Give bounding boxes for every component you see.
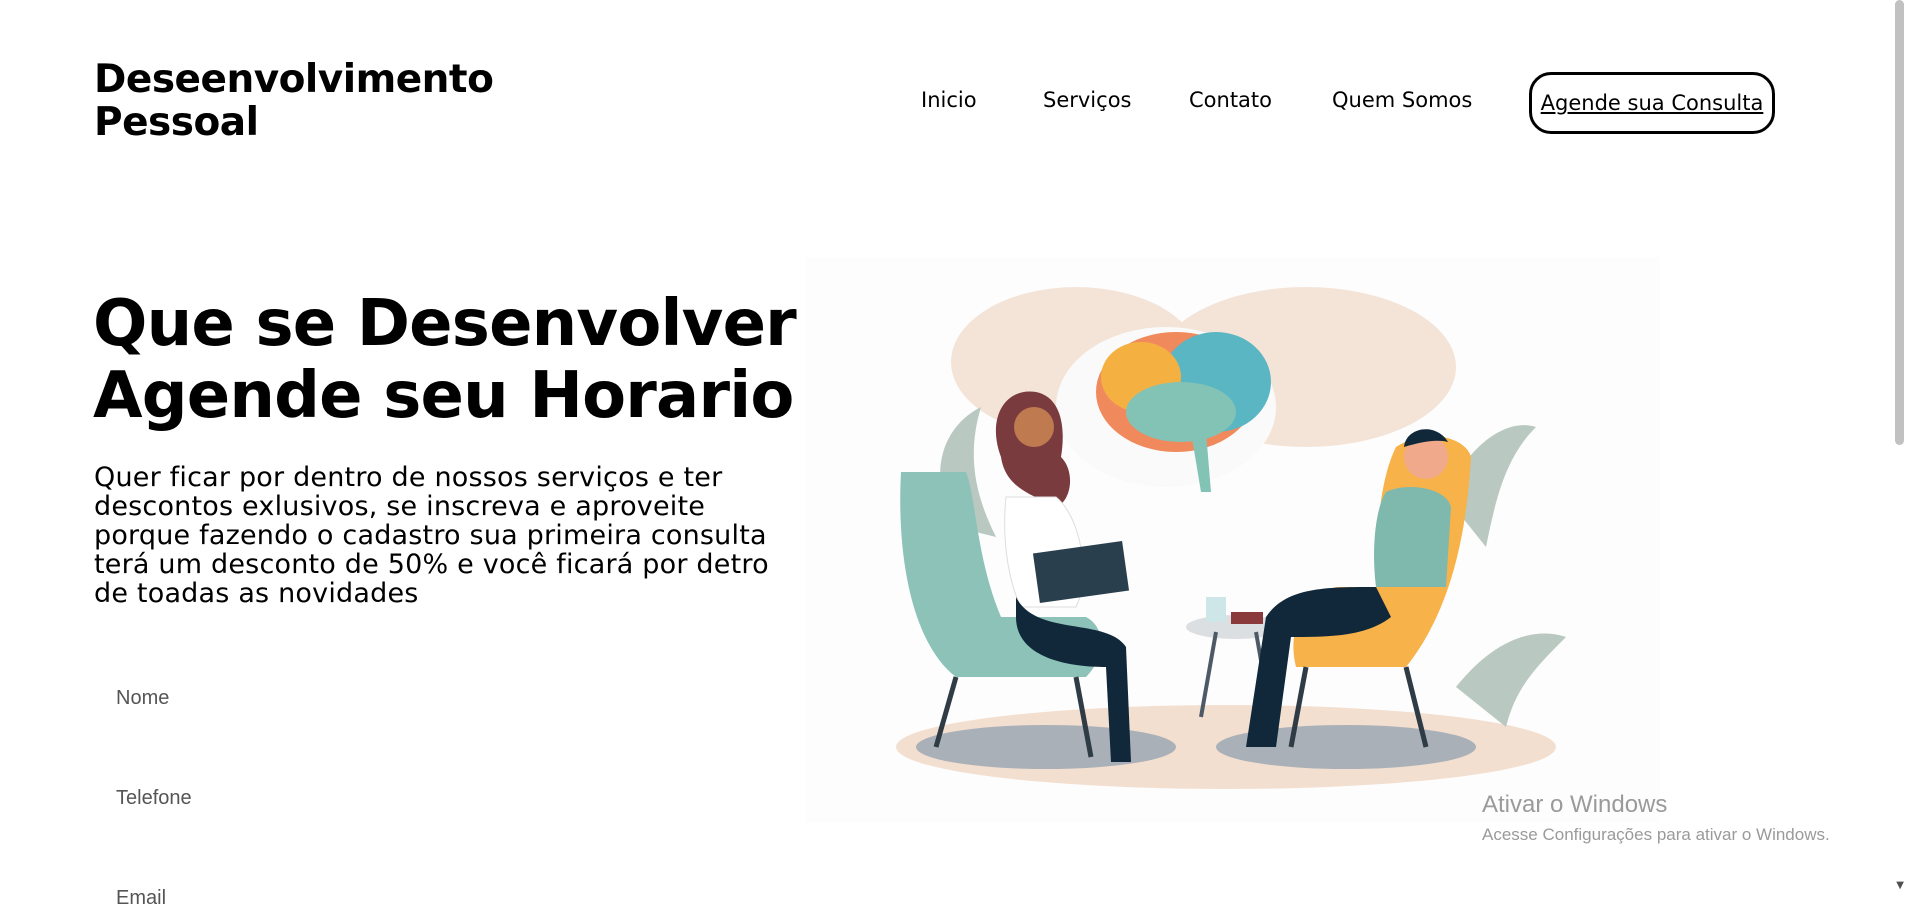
therapy-session-illustration — [806, 257, 1660, 823]
brand-line-2: Pessoal — [94, 100, 259, 145]
brand-line-1: Deseenvolvimento — [94, 57, 494, 102]
hero-description-line: terá um desconto de 50% e você ficará po… — [94, 549, 769, 580]
schedule-consultation-label: Agende sua Consulta — [1540, 91, 1764, 115]
nav-servicos[interactable]: Serviços — [1043, 88, 1131, 112]
watermark-title: Ativar o Windows — [1482, 791, 1668, 818]
hero-description-line: de toadas as novidades — [94, 578, 419, 609]
phone-input[interactable] — [106, 778, 686, 818]
hero-description: Quer ficar por dentro de nossos serviços… — [94, 463, 794, 608]
windows-activation-watermark: Ativar o Windows Acesse Configurações pa… — [1482, 791, 1830, 845]
name-input[interactable] — [106, 678, 686, 718]
brand-logo[interactable]: Deseenvolvimento Pessoal — [94, 57, 494, 145]
nav-contato[interactable]: Contato — [1189, 88, 1272, 112]
hero-title: Que se Desenvolver Agende seu Horario — [93, 287, 797, 433]
hero-description-line: descontos exlusivos, se inscreva e aprov… — [94, 491, 706, 522]
schedule-consultation-button[interactable]: Agende sua Consulta — [1529, 72, 1775, 134]
email-input[interactable] — [106, 878, 686, 918]
nav-inicio[interactable]: Inicio — [921, 88, 977, 112]
hero-title-line-2: Agende seu Horario — [93, 359, 794, 433]
hero-description-line: porque fazendo o cadastro sua primeira c… — [94, 520, 767, 551]
watermark-subtitle: Acesse Configurações para ativar o Windo… — [1482, 825, 1830, 844]
vertical-scrollbar[interactable]: ▼ — [1891, 0, 1908, 893]
scroll-down-arrow-icon[interactable]: ▼ — [1896, 880, 1904, 891]
hero-description-line: Quer ficar por dentro de nossos serviços… — [94, 462, 723, 493]
hero-title-line-1: Que se Desenvolver — [93, 287, 797, 361]
scrollbar-thumb[interactable] — [1895, 0, 1904, 445]
nav-quem-somos[interactable]: Quem Somos — [1332, 88, 1472, 112]
